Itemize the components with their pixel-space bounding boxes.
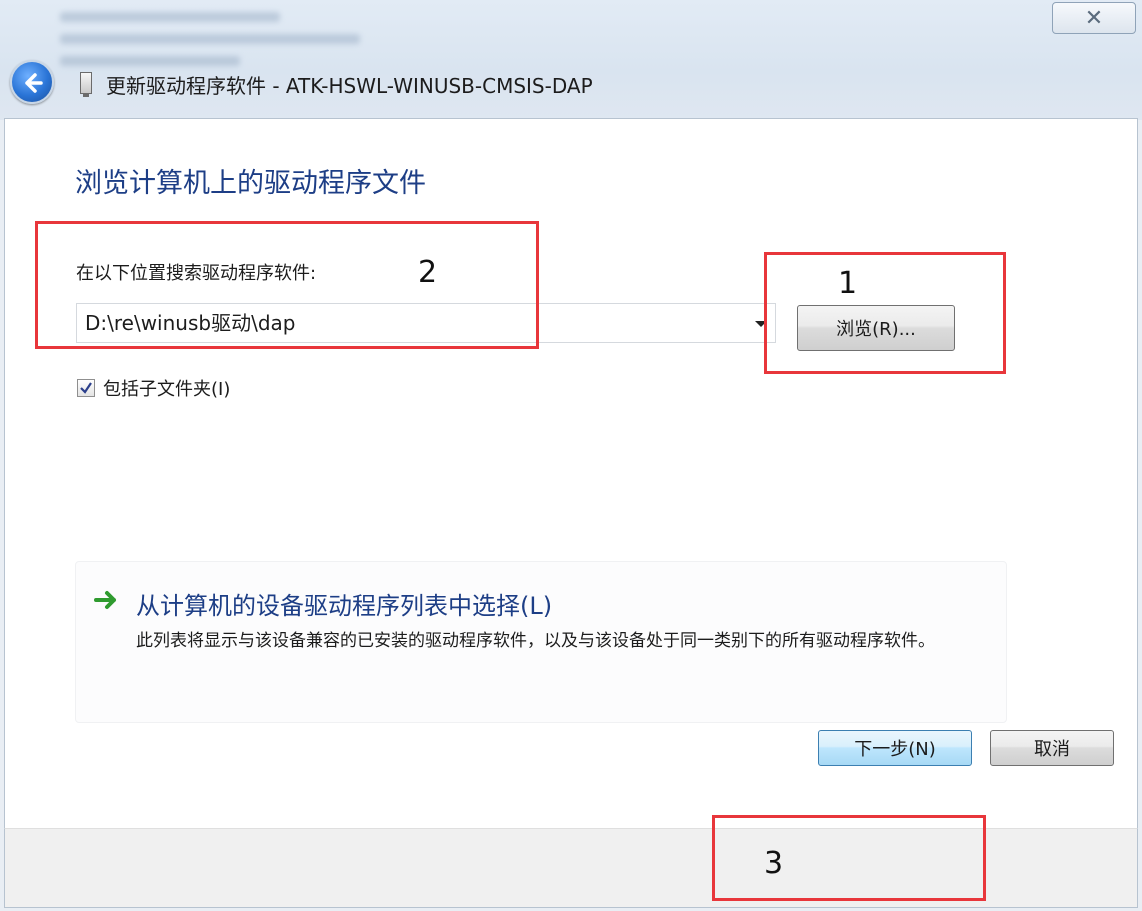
cancel-button-label: 取消 (1034, 739, 1070, 760)
blurred-background (60, 0, 420, 120)
page-title: 浏览计算机上的驱动程序文件 (75, 168, 426, 199)
annotation-number-2: 2 (418, 255, 438, 290)
window-title-area (0, 0, 1142, 120)
include-subfolders-row[interactable]: 包括子文件夹(I) (77, 375, 230, 401)
annotation-box-3 (712, 815, 986, 901)
pick-from-list-title[interactable]: 从计算机的设备驱动程序列表中选择(L) (136, 586, 552, 621)
annotation-box-1 (764, 252, 1006, 374)
annotation-number-3: 3 (764, 846, 784, 881)
checkmark-icon (80, 382, 92, 394)
back-arrow-icon (25, 73, 43, 93)
close-button[interactable]: ✕ (1052, 2, 1136, 34)
annotation-number-1: 1 (838, 266, 858, 301)
next-button[interactable]: 下一步(N) (818, 730, 972, 766)
pick-from-list-link[interactable]: 从计算机的设备驱动程序列表中选择(L) 此列表将显示与该设备兼容的已安装的驱动程… (75, 561, 1007, 723)
cancel-button[interactable]: 取消 (990, 730, 1114, 766)
pick-from-list-description: 此列表将显示与该设备兼容的已安装的驱动程序软件，以及与该设备处于同一类别下的所有… (136, 631, 935, 651)
green-arrow-icon (94, 591, 116, 609)
annotation-box-2 (35, 221, 539, 349)
usb-device-icon (80, 72, 92, 97)
back-button[interactable] (10, 60, 54, 104)
include-subfolders-checkbox[interactable] (77, 379, 95, 397)
include-subfolders-label: 包括子文件夹(I) (103, 379, 231, 400)
window-title: 更新驱动程序软件 - ATK-HSWL-WINUSB-CMSIS-DAP (106, 74, 593, 98)
close-icon: ✕ (1084, 5, 1104, 31)
next-button-label: 下一步(N) (854, 739, 936, 760)
